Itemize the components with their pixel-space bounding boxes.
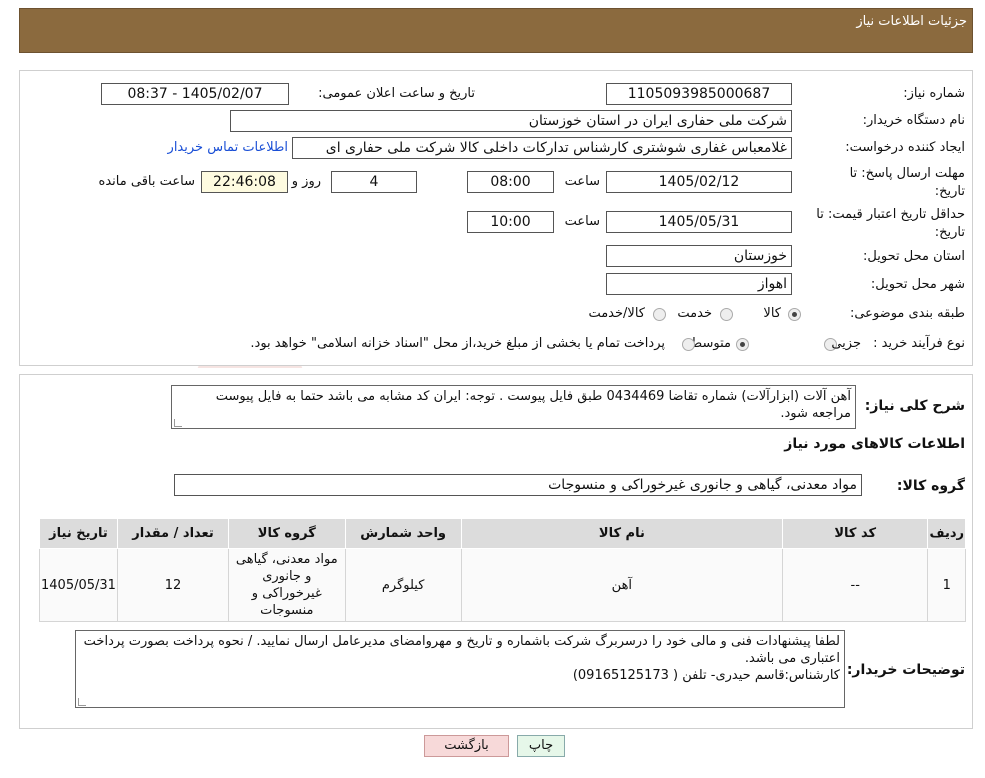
need-summary-textarea[interactable]: آهن آلات (ابزارآلات) شماره تقاضا 0434469… — [171, 385, 856, 429]
category-service-radio[interactable] — [720, 308, 733, 321]
reply-deadline-label: مهلت ارسال پاسخ: تا تاریخ: — [849, 166, 965, 199]
buyer-notes-line-1: لطفا پیشنهادات فنی و مالی خود را درسربرگ… — [83, 634, 840, 666]
goods-group-label: گروه کالا: — [896, 478, 965, 494]
category-goods-label: کالا — [763, 306, 781, 321]
delivery-city-field: اهواز — [606, 273, 792, 295]
column-header-unit: واحد شمارش — [344, 518, 462, 549]
price-validity-date-field: 1405/05/31 — [606, 211, 792, 233]
cell-name: آهن — [460, 548, 784, 622]
column-header-row-number: ردیف — [927, 518, 966, 549]
buyer-contact-link[interactable]: اطلاعات تماس خریدار — [168, 140, 288, 155]
request-creator-label: ایجاد کننده درخواست: — [845, 140, 965, 155]
subject-category-label: طبقه بندی موضوعی: — [849, 306, 965, 321]
days-label: روز و — [291, 174, 321, 189]
page-header — [19, 8, 973, 53]
cell-row-number: 1 — [927, 548, 966, 622]
back-button[interactable]: بازگشت — [424, 735, 509, 757]
price-validity-label: حداقل تاریخ اعتبار قیمت: تا تاریخ: — [816, 207, 965, 240]
buyer-name-label: نام دستگاه خریدار: — [862, 113, 965, 128]
goods-section-title: اطلاعات کالاهای مورد نیاز — [784, 436, 965, 452]
category-goods-service-label: کالا/خدمت — [588, 306, 645, 321]
price-validity-time-label: ساعت — [564, 214, 600, 229]
category-goods-service-radio[interactable] — [653, 308, 666, 321]
remaining-time-label: ساعت باقی مانده — [98, 174, 195, 189]
column-header-name: نام کالا — [460, 518, 784, 549]
goods-table: ردیف کد کالا نام کالا واحد شمارش گروه کا… — [39, 518, 966, 622]
column-header-need-date: تاریخ نیاز — [39, 518, 118, 549]
price-validity-time-field: 10:00 — [467, 211, 554, 233]
table-row: 1 -- آهن کیلوگرم مواد معدنی، گیاهی و جان… — [39, 548, 966, 622]
need-number-field: 1105093985000687 — [606, 83, 792, 105]
buyer-notes-textarea[interactable]: لطفا پیشنهادات فنی و مالی خود را درسربرگ… — [75, 630, 845, 708]
process-medium-label: متوسط — [690, 336, 731, 351]
purchase-process-label: نوع فرآیند خرید : — [873, 336, 965, 351]
reply-date-field: 1405/02/12 — [606, 171, 792, 193]
cell-group: مواد معدنی، گیاهی و جانوری غیرخوراکی و م… — [228, 548, 346, 622]
reply-time-field: 08:00 — [467, 171, 554, 193]
delivery-city-label: شهر محل تحویل: — [870, 277, 965, 292]
announce-date-label: تاریخ و ساعت اعلان عمومی: — [318, 86, 475, 101]
buyer-notes-label: توضیحات خریدار: — [846, 662, 965, 678]
need-number-label: شماره نیاز: — [903, 86, 965, 101]
process-medium-radio[interactable] — [736, 338, 749, 351]
cell-quantity: 12 — [116, 548, 230, 622]
category-service-label: خدمت — [677, 306, 712, 321]
process-treasury-note: پرداخت تمام یا بخشی از مبلغ خرید،از محل … — [250, 336, 665, 351]
process-treasury-radio[interactable] — [682, 338, 695, 351]
need-summary-label: شرح کلی نیاز: — [864, 398, 965, 414]
remaining-days-field: 4 — [331, 171, 417, 193]
cell-code: -- — [781, 548, 929, 622]
goods-table-header-row: ردیف کد کالا نام کالا واحد شمارش گروه کا… — [39, 518, 966, 549]
column-header-code: کد کالا — [781, 518, 929, 549]
buyer-notes-line-2: کارشناس:قاسم حیدری- تلفن ( 09165125173) — [572, 668, 840, 683]
cell-unit: کیلوگرم — [344, 548, 462, 622]
resize-handle-icon[interactable] — [174, 419, 182, 427]
remaining-time-field: 22:46:08 — [201, 171, 288, 193]
need-summary-text: آهن آلات (ابزارآلات) شماره تقاضا 0434469… — [215, 389, 851, 421]
delivery-province-field: خوزستان — [606, 245, 792, 267]
process-minor-label: جزیی — [831, 336, 861, 351]
print-button[interactable]: چاپ — [517, 735, 565, 757]
buyer-name-field: شرکت ملی حفاری ایران در استان خوزستان — [230, 110, 792, 132]
page-title: جزئیات اطلاعات نیاز — [856, 14, 967, 29]
column-header-group: گروه کالا — [228, 518, 346, 549]
cell-need-date: 1405/05/31 — [39, 548, 118, 622]
goods-table-wrapper: ردیف کد کالا نام کالا واحد شمارش گروه کا… — [39, 518, 966, 622]
request-creator-field: غلامعباس غفاری شوشتری کارشناس تدارکات دا… — [292, 137, 792, 159]
resize-handle-icon[interactable] — [78, 698, 86, 706]
announce-date-field: 1405/02/07 - 08:37 — [101, 83, 289, 105]
goods-group-field: مواد معدنی، گیاهی و جانوری غیرخوراکی و م… — [174, 474, 862, 496]
reply-time-label: ساعت — [564, 174, 600, 189]
category-goods-radio[interactable] — [788, 308, 801, 321]
column-header-quantity: تعداد / مقدار — [116, 518, 230, 549]
delivery-province-label: استان محل تحویل: — [863, 249, 965, 264]
